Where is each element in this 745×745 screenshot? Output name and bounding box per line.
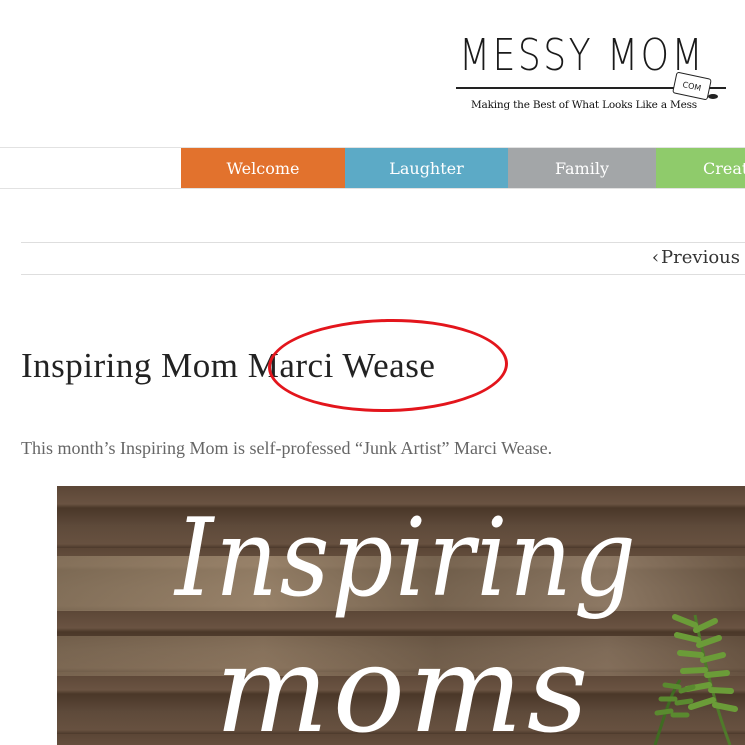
paint-can-icon: COM — [672, 71, 712, 101]
featured-script-line-1: Inspiring — [175, 496, 638, 621]
site-logo[interactable]: MESSY MOM COM Making the Best of What Lo… — [456, 30, 738, 116]
post-intro: This month’s Inspiring Mom is self-profe… — [21, 438, 553, 458]
featured-script-line-2: moms — [215, 621, 593, 745]
nav-divider-bottom — [0, 188, 745, 189]
nav-item-creative[interactable]: Creati — [656, 148, 745, 188]
post-nav-divider-top — [21, 242, 745, 243]
main-nav: Welcome Laughter Family Creati — [181, 148, 745, 188]
previous-label: Previous — [661, 247, 740, 268]
paint-drip-icon — [708, 94, 718, 99]
red-circle-annotation — [267, 316, 509, 415]
featured-image: Inspiring moms — [57, 486, 745, 745]
chevron-left-icon: ‹ — [651, 247, 660, 268]
page: MESSY MOM COM Making the Best of What Lo… — [0, 0, 745, 745]
post-nav-divider-bottom — [21, 274, 745, 275]
previous-post-link[interactable]: ‹ Previous — [652, 247, 740, 268]
logo-tagline: Making the Best of What Looks Like a Mes… — [471, 99, 697, 111]
nav-item-family[interactable]: Family — [508, 148, 656, 188]
nav-item-laughter[interactable]: Laughter — [345, 148, 508, 188]
logo-title: MESSY MOM — [459, 30, 706, 81]
fern-leaf-icon — [653, 614, 738, 745]
nav-item-welcome[interactable]: Welcome — [181, 148, 345, 188]
